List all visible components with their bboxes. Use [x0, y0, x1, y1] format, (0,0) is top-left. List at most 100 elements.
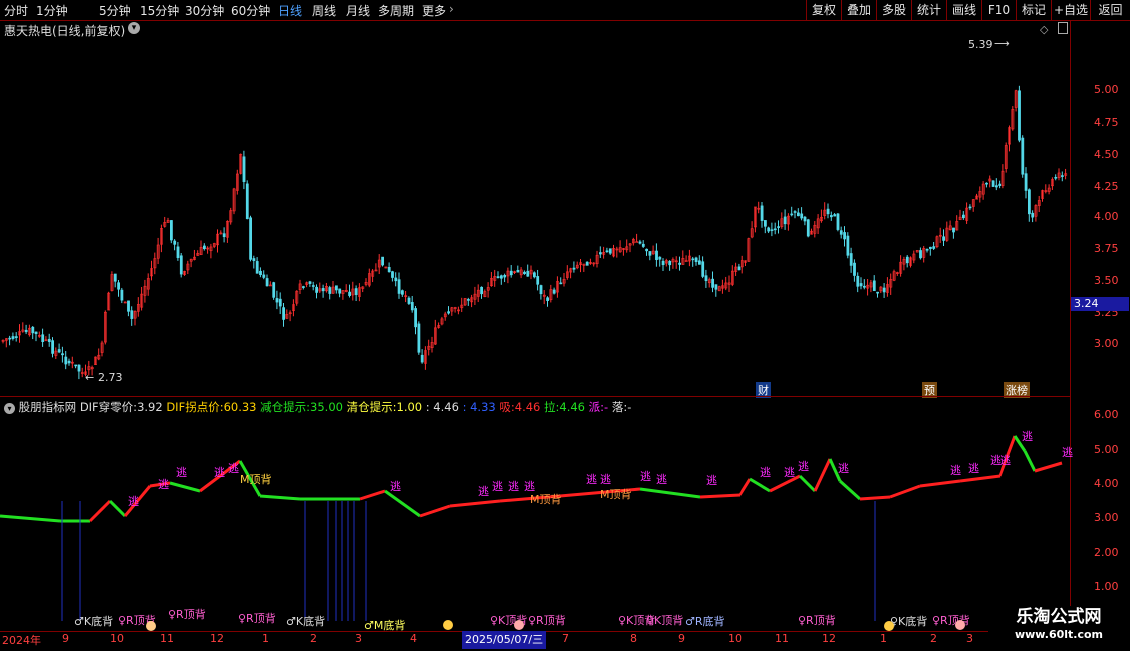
watermark: 乐淘公式网 www.60lt.com — [988, 606, 1130, 650]
candle-body — [661, 260, 665, 266]
candle-body — [113, 273, 117, 282]
tab-daily[interactable]: 日线 — [278, 2, 302, 19]
chevron-down-icon[interactable]: ▾ — [4, 403, 15, 414]
candle-body — [31, 326, 35, 334]
mark-button[interactable]: 标记 — [1016, 0, 1051, 20]
candle-body — [466, 299, 470, 301]
tab-5min[interactable]: 5分钟 — [99, 2, 131, 19]
tab-intraday[interactable]: 分时 — [4, 2, 28, 19]
candle-body — [176, 246, 180, 258]
indicator-segment — [108, 499, 127, 518]
candle-body — [985, 182, 988, 185]
overlay-button[interactable]: 叠加 — [841, 0, 876, 20]
candle-body — [311, 285, 315, 287]
date-tick: 12 — [210, 632, 224, 645]
candle-body — [800, 213, 804, 219]
candle-body — [928, 246, 932, 249]
tab-monthly[interactable]: 月线 — [346, 2, 370, 19]
f10-button[interactable]: F10 — [981, 0, 1016, 20]
signal-label: ♀K底背 — [890, 615, 928, 628]
candle-body — [249, 217, 253, 260]
escape-marker: 逃 — [950, 464, 961, 477]
tab-1min[interactable]: 1分钟 — [36, 2, 68, 19]
signal-label: ♂K底背 — [74, 615, 114, 628]
tab-multi-period[interactable]: 多周期 — [378, 2, 414, 19]
candle-body — [338, 288, 342, 294]
candle-body — [400, 290, 404, 295]
signal-label: ♂K底背 — [286, 615, 326, 628]
candle-body — [572, 267, 576, 270]
chevron-right-icon[interactable]: › — [449, 2, 454, 16]
low-price-label: 2.73 — [98, 371, 123, 384]
candle-body — [397, 279, 401, 294]
date-tick: 1 — [262, 632, 269, 645]
indicator-name: 股朋指标网 — [18, 400, 77, 414]
candle-body — [523, 271, 526, 274]
coin-icon — [955, 620, 965, 630]
xi-label: 吸: — [499, 400, 515, 414]
coin-icon — [884, 621, 894, 631]
escape-marker: 逃 — [838, 462, 849, 475]
candle-body — [770, 229, 774, 231]
candle-body — [282, 307, 286, 320]
escape-marker: 逃 — [798, 460, 809, 473]
candle-body — [77, 364, 81, 372]
chart-canvas — [0, 85, 1068, 621]
indicator-tick: 3.00 — [1094, 511, 1119, 524]
date-tick: 2 — [310, 632, 317, 645]
candle-body — [998, 183, 1002, 186]
indicator-segment — [639, 487, 701, 499]
multi-stock-button[interactable]: 多股 — [876, 0, 911, 20]
candle-body — [1061, 175, 1064, 177]
escape-marker: 逃 — [176, 466, 187, 479]
candle-body — [328, 287, 332, 294]
candle-body — [47, 338, 51, 342]
candle-body — [697, 260, 701, 265]
adjust-button[interactable]: 复权 — [806, 0, 841, 20]
candle-body — [11, 336, 15, 339]
candle-body — [767, 227, 771, 232]
candle-body — [790, 213, 794, 216]
candle-body — [546, 297, 550, 301]
tab-more[interactable]: 更多 — [422, 2, 446, 19]
candle-body — [598, 252, 602, 255]
indicator-segment — [919, 479, 961, 488]
escape-marker: 逃 — [228, 462, 239, 475]
indicator-segment — [169, 481, 201, 493]
candle-body — [275, 298, 279, 303]
price-tick: 4.50 — [1094, 148, 1119, 161]
candle-body — [1031, 212, 1035, 218]
escape-marker: 逃 — [1062, 446, 1073, 459]
back-button[interactable]: 返回 — [1090, 0, 1130, 20]
stats-button[interactable]: 统计 — [911, 0, 946, 20]
draw-button[interactable]: 画线 — [946, 0, 981, 20]
indicator-segment — [419, 504, 451, 518]
candle-body — [701, 261, 705, 277]
watermark-title: 乐淘公式网 — [1016, 607, 1102, 627]
candle-body — [407, 297, 411, 304]
candle-body — [301, 286, 305, 288]
tab-weekly[interactable]: 周线 — [312, 2, 336, 19]
candle-body — [925, 248, 929, 251]
escape-marker: 逃 — [586, 473, 597, 486]
candle-body — [203, 245, 206, 250]
price-tick: 4.25 — [1094, 180, 1119, 193]
candle-body — [704, 275, 708, 281]
candle-body — [308, 281, 312, 284]
candle-body — [678, 262, 682, 265]
tab-15min[interactable]: 15分钟 — [140, 2, 179, 19]
candle-body — [179, 255, 183, 275]
candle-body — [252, 258, 256, 262]
add-watchlist-button[interactable]: +自选 — [1051, 0, 1090, 20]
candle-body — [552, 289, 556, 294]
candle-body — [503, 274, 507, 278]
candle-body — [127, 300, 130, 312]
candle-body — [259, 270, 262, 276]
candle-body — [856, 275, 860, 287]
tab-30min[interactable]: 30分钟 — [185, 2, 224, 19]
date-tick: 3 — [966, 632, 973, 645]
arrow-left-icon: ← — [85, 371, 95, 384]
tab-60min[interactable]: 60分钟 — [231, 2, 270, 19]
candle-body — [862, 285, 866, 288]
candle-body — [919, 250, 922, 259]
